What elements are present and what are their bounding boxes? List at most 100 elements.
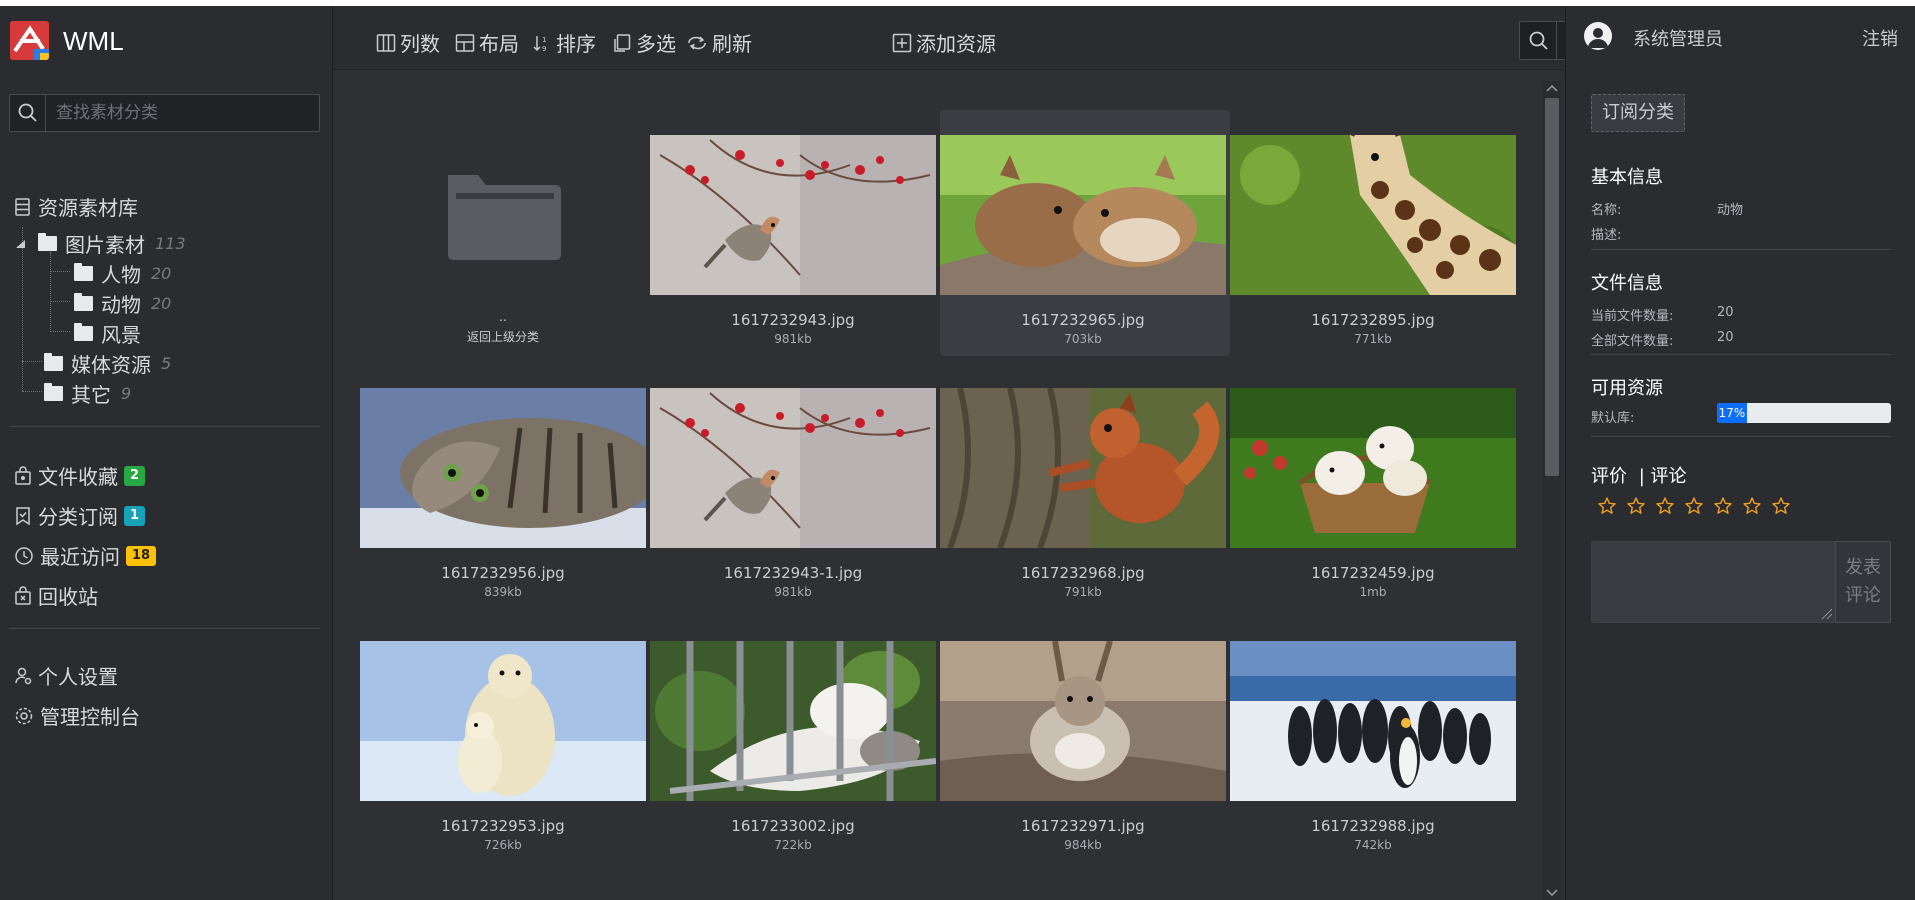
folder-icon — [74, 293, 93, 311]
folder-icon — [44, 383, 63, 401]
comment-label[interactable]: | 评论 — [1639, 466, 1687, 487]
caret-expanded-icon[interactable] — [14, 238, 28, 250]
columns-button[interactable]: 列数 — [376, 28, 440, 57]
wml-logo-icon[interactable] — [10, 21, 49, 60]
menu-personal-settings[interactable]: 个人设置 — [14, 661, 118, 690]
tree-guide — [50, 271, 70, 272]
scrollbar-thumb[interactable] — [1545, 98, 1559, 476]
star-icon[interactable] — [1626, 496, 1646, 516]
menu-recent[interactable]: 最近访问 18 — [14, 541, 157, 570]
sort-label: 排序 — [556, 32, 596, 56]
layout-icon — [455, 33, 475, 52]
search-icon[interactable] — [10, 95, 46, 131]
menu-admin-console[interactable]: 管理控制台 — [14, 701, 140, 730]
folder-icon — [38, 233, 57, 251]
sidebar-divider — [9, 426, 320, 427]
basic-info-title: 基本信息 — [1591, 167, 1663, 188]
subscriptions-count-badge: 1 — [124, 505, 146, 526]
layout-button[interactable]: 布局 — [455, 28, 519, 57]
subscribe-category-button[interactable]: 订阅分类 — [1591, 94, 1685, 132]
file-tile[interactable]: 1617232459.jpg 1mb — [1230, 363, 1520, 609]
tree-item-label: 动物 — [101, 293, 141, 317]
file-name: 1617233002.jpg — [731, 817, 855, 835]
file-name: 1617232956.jpg — [441, 564, 565, 582]
resize-handle-icon[interactable] — [1819, 606, 1833, 620]
puppies-thumbnail — [1230, 388, 1516, 548]
refresh-button[interactable]: 刷新 — [686, 28, 752, 57]
total-count-value: 20 — [1717, 330, 1734, 345]
tree-item-animals[interactable]: 动物 20 — [74, 289, 171, 318]
tree-guide — [50, 301, 70, 302]
post-comment-button[interactable]: 发表 评论 — [1835, 541, 1891, 623]
tree-root[interactable]: 资源素材库 — [14, 192, 138, 221]
star-rating[interactable] — [1597, 496, 1791, 516]
multi-select-button[interactable]: 多选 — [612, 28, 676, 57]
category-search[interactable] — [9, 94, 320, 132]
file-tile[interactable]: 1617233002.jpg 722kb — [650, 616, 940, 862]
toolbar: 列数 布局 19 排序 多选 刷新 添加资源 — [334, 6, 1867, 70]
red-squirrel-thumbnail — [940, 388, 1226, 548]
default-library-label: 默认库: — [1591, 411, 1635, 426]
add-resource-button[interactable]: 添加资源 — [892, 28, 996, 57]
file-tile[interactable]: 1617232971.jpg 984kb — [940, 616, 1230, 862]
favorites-count-badge: 2 — [124, 465, 146, 486]
file-size: 722kb — [774, 838, 812, 852]
bookmark-check-icon — [16, 506, 30, 525]
tree-item-people[interactable]: 人物 20 — [74, 259, 171, 288]
user-name[interactable]: 系统管理员 — [1633, 25, 1723, 51]
panel-divider — [1591, 354, 1891, 355]
file-tile[interactable]: 1617232943.jpg 981kb — [650, 110, 940, 356]
file-size: 1mb — [1359, 585, 1387, 599]
tree-item-scenery[interactable]: 风景 — [74, 319, 141, 348]
user-avatar-icon[interactable] — [1584, 22, 1612, 50]
rating-label[interactable]: 评价 — [1591, 466, 1627, 487]
search-icon[interactable] — [1520, 22, 1557, 59]
file-size: 791kb — [1064, 585, 1102, 599]
squirrels-thumbnail — [940, 135, 1226, 295]
file-tile[interactable]: 1617232953.jpg 726kb — [360, 616, 650, 862]
file-tile[interactable]: 1617232988.jpg 742kb — [1230, 616, 1520, 862]
columns-icon — [376, 33, 396, 52]
folder-icon — [44, 353, 63, 371]
storage-progress-fill: 17% — [1717, 403, 1747, 423]
star-icon[interactable] — [1742, 496, 1762, 516]
scroll-up-icon[interactable] — [1542, 81, 1562, 95]
file-name: 1617232953.jpg — [441, 817, 565, 835]
menu-subscriptions[interactable]: 分类订阅 1 — [14, 501, 146, 530]
multi-select-label: 多选 — [636, 32, 676, 56]
star-icon[interactable] — [1771, 496, 1791, 516]
file-tile[interactable]: 1617232943-1.jpg 981kb — [650, 363, 940, 609]
parent-folder-tile[interactable]: .. 返回上级分类 — [360, 110, 650, 356]
menu-trash[interactable]: 回收站 — [14, 581, 98, 610]
category-search-input[interactable] — [56, 101, 306, 125]
tree-item-other[interactable]: 其它 9 — [44, 379, 131, 408]
file-tile[interactable]: 1617232968.jpg 791kb — [940, 363, 1230, 609]
post-comment-label-2: 评论 — [1845, 585, 1881, 606]
menu-label: 个人设置 — [38, 665, 118, 689]
logout-link[interactable]: 注销 — [1862, 25, 1898, 51]
star-icon[interactable] — [1684, 496, 1704, 516]
tree-item-media[interactable]: 媒体资源 5 — [44, 349, 171, 378]
tree-guide — [22, 361, 42, 362]
resources-title: 可用资源 — [1591, 378, 1663, 399]
sort-button[interactable]: 19 排序 — [532, 28, 596, 57]
star-icon[interactable] — [1597, 496, 1617, 516]
file-tile[interactable]: 1617232956.jpg 839kb — [360, 363, 650, 609]
tree-item-count: 20 — [151, 264, 172, 283]
file-size: 984kb — [1064, 838, 1102, 852]
scroll-down-icon[interactable] — [1542, 886, 1562, 900]
folder-icon — [74, 323, 93, 341]
file-tile[interactable]: 1617232895.jpg 771kb — [1230, 110, 1520, 356]
file-name: 1617232968.jpg — [1021, 564, 1145, 582]
star-icon[interactable] — [1655, 496, 1675, 516]
star-icon[interactable] — [1713, 496, 1733, 516]
menu-favorites[interactable]: 文件收藏 2 — [14, 461, 146, 490]
name-label: 名称: — [1591, 203, 1622, 218]
tree-item-images[interactable]: 图片素材 113 — [14, 229, 186, 258]
comment-textarea[interactable] — [1591, 541, 1836, 623]
detail-panel: 系统管理员 注销 订阅分类 基本信息 名称: 动物 描述: 文件信息 当前文件数… — [1565, 6, 1915, 900]
panel-divider — [1591, 249, 1891, 250]
sidebar-divider — [9, 628, 320, 629]
file-tile-selected[interactable]: 1617232965.jpg 703kb — [940, 110, 1230, 356]
current-count-label: 当前文件数量: — [1591, 309, 1674, 324]
